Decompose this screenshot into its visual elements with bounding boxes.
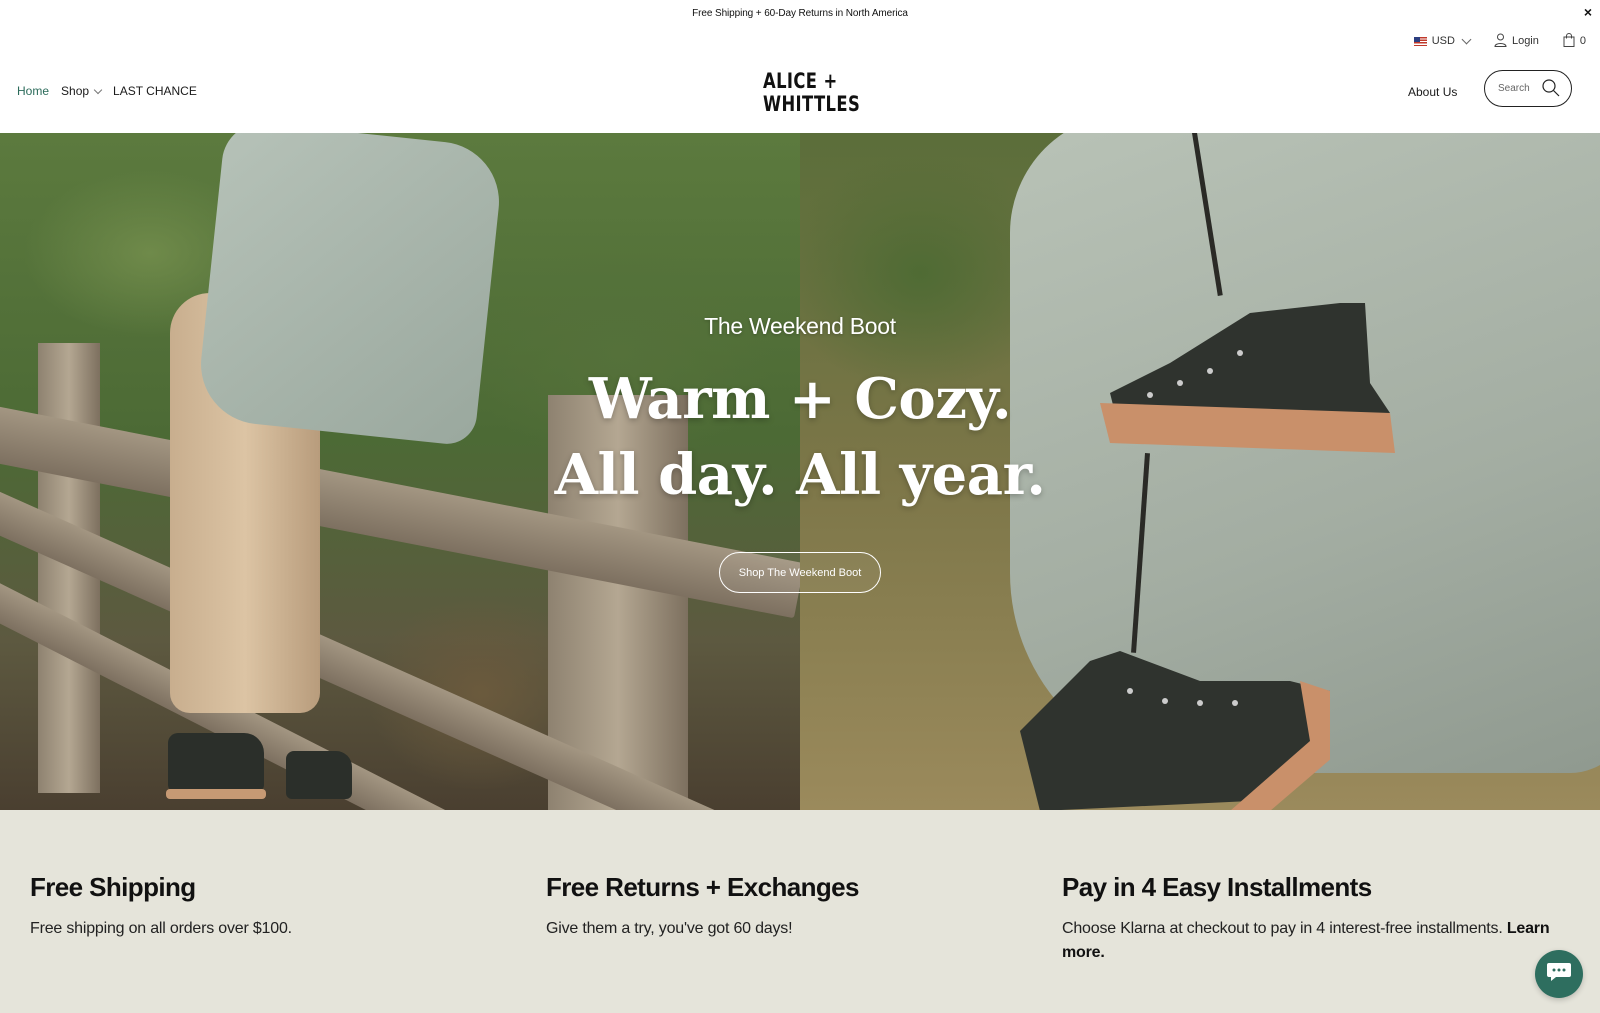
feature-text: Free shipping on all orders over $100. — [30, 920, 292, 937]
site-logo[interactable]: ALICE + WHITTLES — [763, 69, 861, 116]
nav-last-chance-link[interactable]: LAST CHANCE — [113, 84, 197, 98]
announcement-text: Free Shipping + 60-Day Returns in North … — [692, 7, 908, 19]
nav-home-link[interactable]: Home — [17, 84, 49, 98]
utility-bar: USD Login 0 — [1413, 30, 1586, 52]
login-link[interactable]: Login — [1494, 33, 1539, 50]
login-label: Login — [1511, 35, 1539, 47]
hero-banner: The Weekend Boot Warm + Cozy. All day. A… — [0, 133, 1600, 810]
feature-text-wrapper: Choose Klarna at checkout to pay in 4 in… — [1062, 917, 1572, 965]
chevron-down-icon — [1461, 34, 1472, 44]
nav-shop-link[interactable]: Shop — [61, 84, 103, 98]
hero-content: The Weekend Boot Warm + Cozy. All day. A… — [0, 133, 1600, 810]
shopping-bag-icon — [1563, 32, 1575, 50]
hero-headline-line-2: All day. All year. — [554, 442, 1046, 508]
us-flag-icon — [1413, 36, 1427, 46]
shop-weekend-boot-button[interactable]: Shop The Weekend Boot — [719, 552, 881, 593]
search-icon[interactable] — [1541, 78, 1561, 103]
features-section: Free Shipping Free shipping on all order… — [0, 810, 1600, 1013]
announcement-bar: Free Shipping + 60-Day Returns in North … — [0, 0, 1600, 26]
feature-title: Pay in 4 Easy Installments — [1062, 872, 1372, 902]
logo-line-1: ALICE + — [763, 69, 838, 93]
cart-link[interactable]: 0 — [1563, 32, 1586, 50]
hero-eyebrow: The Weekend Boot — [704, 313, 896, 339]
nav-shop-label: Shop — [61, 84, 90, 98]
feature-free-shipping: Free Shipping Free shipping on all order… — [30, 872, 500, 941]
cart-count: 0 — [1579, 35, 1586, 47]
chevron-down-icon — [93, 85, 103, 94]
currency-label: USD — [1431, 35, 1455, 47]
hero-headline-line-1: Warm + Cozy. — [588, 366, 1012, 432]
search-box[interactable] — [1484, 70, 1572, 107]
chat-button[interactable] — [1535, 950, 1583, 998]
main-nav: Home Shop LAST CHANCE — [17, 84, 197, 98]
user-icon — [1494, 33, 1507, 50]
feature-title: Free Returns + Exchanges — [546, 872, 860, 902]
nav-about-link[interactable]: About Us — [1408, 85, 1457, 99]
currency-selector[interactable]: USD — [1413, 34, 1472, 47]
hero-headline: Warm + Cozy. All day. All year. — [0, 361, 1600, 513]
feature-installments: Pay in 4 Easy Installments Choose Klarna… — [1062, 872, 1572, 965]
feature-text: Choose Klarna at checkout to pay in 4 in… — [1062, 920, 1503, 937]
logo-line-2: WHITTLES — [763, 92, 861, 116]
feature-text: Give them a try, you've got 60 days! — [546, 920, 793, 937]
feature-free-returns: Free Returns + Exchanges Give them a try… — [546, 872, 1016, 941]
feature-title: Free Shipping — [30, 872, 196, 902]
close-announcement-button[interactable]: × — [1584, 4, 1592, 20]
chat-bubble-icon — [1546, 961, 1572, 988]
